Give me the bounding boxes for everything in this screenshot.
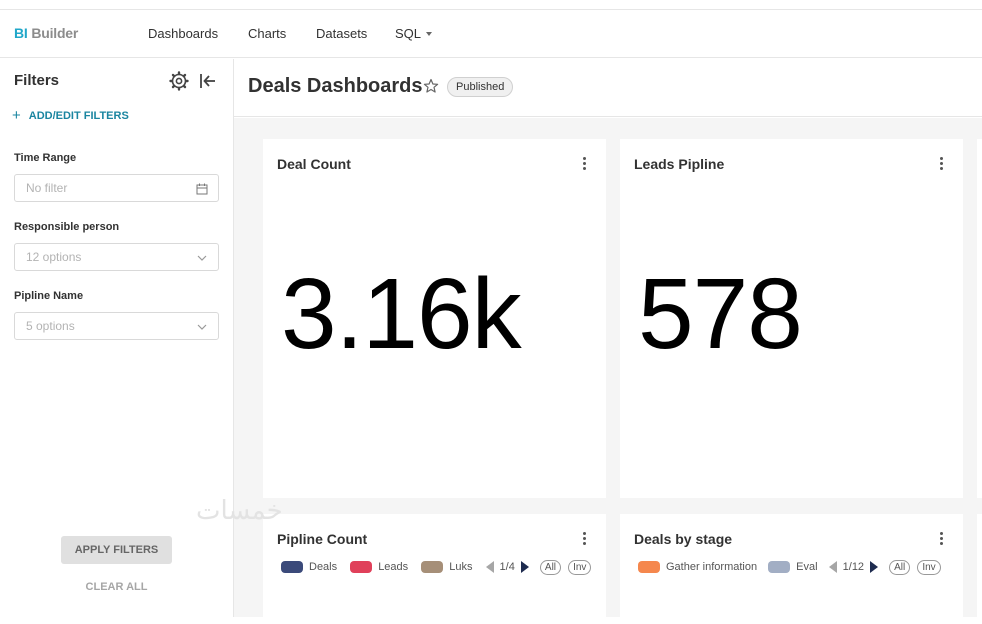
legend-label: Leads — [378, 561, 409, 574]
responsible-person-placeholder: 12 options — [26, 250, 82, 264]
brand-logo[interactable]: BI Builder — [14, 25, 78, 41]
legend-swatch — [638, 560, 660, 573]
filter-label-pipline-name: Pipline Name — [14, 290, 84, 302]
collapse-sidebar-icon[interactable] — [198, 71, 218, 91]
time-range-input[interactable]: No filter — [14, 174, 219, 202]
star-icon[interactable] — [423, 78, 439, 99]
nav-charts[interactable]: Charts — [248, 26, 286, 41]
legend-swatch — [768, 560, 791, 573]
more-vertical-icon[interactable] — [580, 157, 588, 173]
deals-by-stage-card: Deals by stage Gather information Eval 1… — [620, 514, 963, 624]
legend-pager: 1/4 — [485, 560, 537, 574]
responsible-person-select[interactable]: 12 options — [14, 243, 219, 271]
top-strip — [0, 0, 982, 10]
pipline-name-select[interactable]: 5 options — [14, 312, 219, 340]
filters-sidebar: Filters + ADD/EDIT FILTERS Time Range No … — [0, 59, 234, 617]
top-navbar: BI Builder Dashboards Charts Datasets SQ… — [0, 10, 982, 58]
nav-dashboards[interactable]: Dashboards — [148, 26, 218, 41]
brand-builder: Builder — [31, 25, 79, 41]
legend-all-button[interactable]: All — [539, 560, 562, 575]
legend-item-luks[interactable]: Luks — [421, 560, 473, 574]
clipped-card-edge — [977, 514, 982, 624]
clipped-card-edge — [977, 139, 982, 498]
prev-page-icon[interactable] — [828, 560, 837, 573]
clear-all-button[interactable]: CLEAR ALL — [61, 581, 172, 593]
apply-filters-button[interactable]: APPLY FILTERS — [61, 536, 172, 564]
pipline-count-card: Pipline Count Deals Leads Luks 1/4 All I… — [263, 514, 606, 624]
chart-legend: Deals Leads Luks 1/4 All Inv — [281, 560, 595, 576]
deal-count-card: Deal Count 3.16k — [263, 139, 606, 498]
big-number-value: 3.16k — [281, 258, 522, 370]
chevron-down-icon — [197, 324, 207, 330]
legend-swatch — [281, 560, 303, 573]
leads-pipline-card: Leads Pipline 578 — [620, 139, 963, 498]
legend-item-leads[interactable]: Leads — [350, 560, 409, 574]
card-title: Deal Count — [277, 156, 351, 172]
more-vertical-icon[interactable] — [580, 532, 588, 548]
legend-label: Eval — [796, 561, 818, 574]
legend-swatch — [421, 560, 444, 573]
more-vertical-icon[interactable] — [937, 532, 945, 548]
big-number-value: 578 — [638, 258, 803, 370]
prev-page-icon[interactable] — [485, 560, 494, 573]
next-page-icon[interactable] — [870, 560, 879, 573]
add-edit-label: ADD/EDIT FILTERS — [28, 110, 129, 122]
legend-inverse-button[interactable]: Inv — [917, 560, 941, 575]
legend-item-gather-information[interactable]: Gather information — [638, 560, 758, 574]
plus-icon: + — [12, 107, 21, 124]
legend-page: 1/4 — [499, 561, 515, 574]
filter-label-time-range: Time Range — [14, 152, 77, 164]
more-vertical-icon[interactable] — [937, 157, 945, 173]
add-edit-filters-button[interactable]: + ADD/EDIT FILTERS — [12, 106, 129, 124]
chevron-down-icon — [197, 255, 207, 261]
calendar-icon — [196, 183, 208, 195]
legend-page: 1/12 — [842, 561, 865, 574]
nav-sql[interactable]: SQL — [395, 26, 433, 41]
brand-bi: BI — [14, 25, 28, 41]
next-page-icon[interactable] — [520, 560, 529, 573]
nav-datasets[interactable]: Datasets — [316, 26, 367, 41]
chart-legend: Gather information Eval 1/12 All Inv — [638, 560, 945, 576]
dashboard-canvas: Deal Count 3.16k Leads Pipline 578 Pipli… — [234, 118, 982, 624]
legend-pager: 1/12 — [828, 560, 886, 574]
pipline-name-placeholder: 5 options — [26, 319, 75, 333]
watermark: خمسات — [196, 496, 283, 526]
legend-label: Luks — [449, 561, 473, 574]
caret-down-icon — [426, 31, 433, 36]
filter-label-responsible-person: Responsible person — [14, 221, 120, 233]
legend-inverse-button[interactable]: Inv — [568, 560, 592, 575]
legend-label: Gather information — [666, 561, 758, 574]
time-range-placeholder: No filter — [26, 181, 68, 195]
status-badge[interactable]: Published — [447, 77, 514, 97]
card-title: Leads Pipline — [634, 156, 725, 172]
card-title: Pipline Count — [277, 531, 368, 547]
legend-all-button[interactable]: All — [889, 560, 911, 575]
filters-title: Filters — [14, 72, 60, 89]
legend-item-eval[interactable]: Eval — [768, 560, 818, 574]
nav-sql-label: SQL — [395, 26, 422, 41]
legend-swatch — [350, 560, 373, 573]
legend-item-deals[interactable]: Deals — [281, 560, 338, 574]
card-title: Deals by stage — [634, 531, 733, 547]
gear-icon[interactable] — [169, 71, 189, 91]
dashboard-title: Deals Dashboards — [248, 75, 423, 97]
dashboard-header: Deals Dashboards Published — [234, 59, 982, 117]
legend-label: Deals — [309, 561, 338, 574]
